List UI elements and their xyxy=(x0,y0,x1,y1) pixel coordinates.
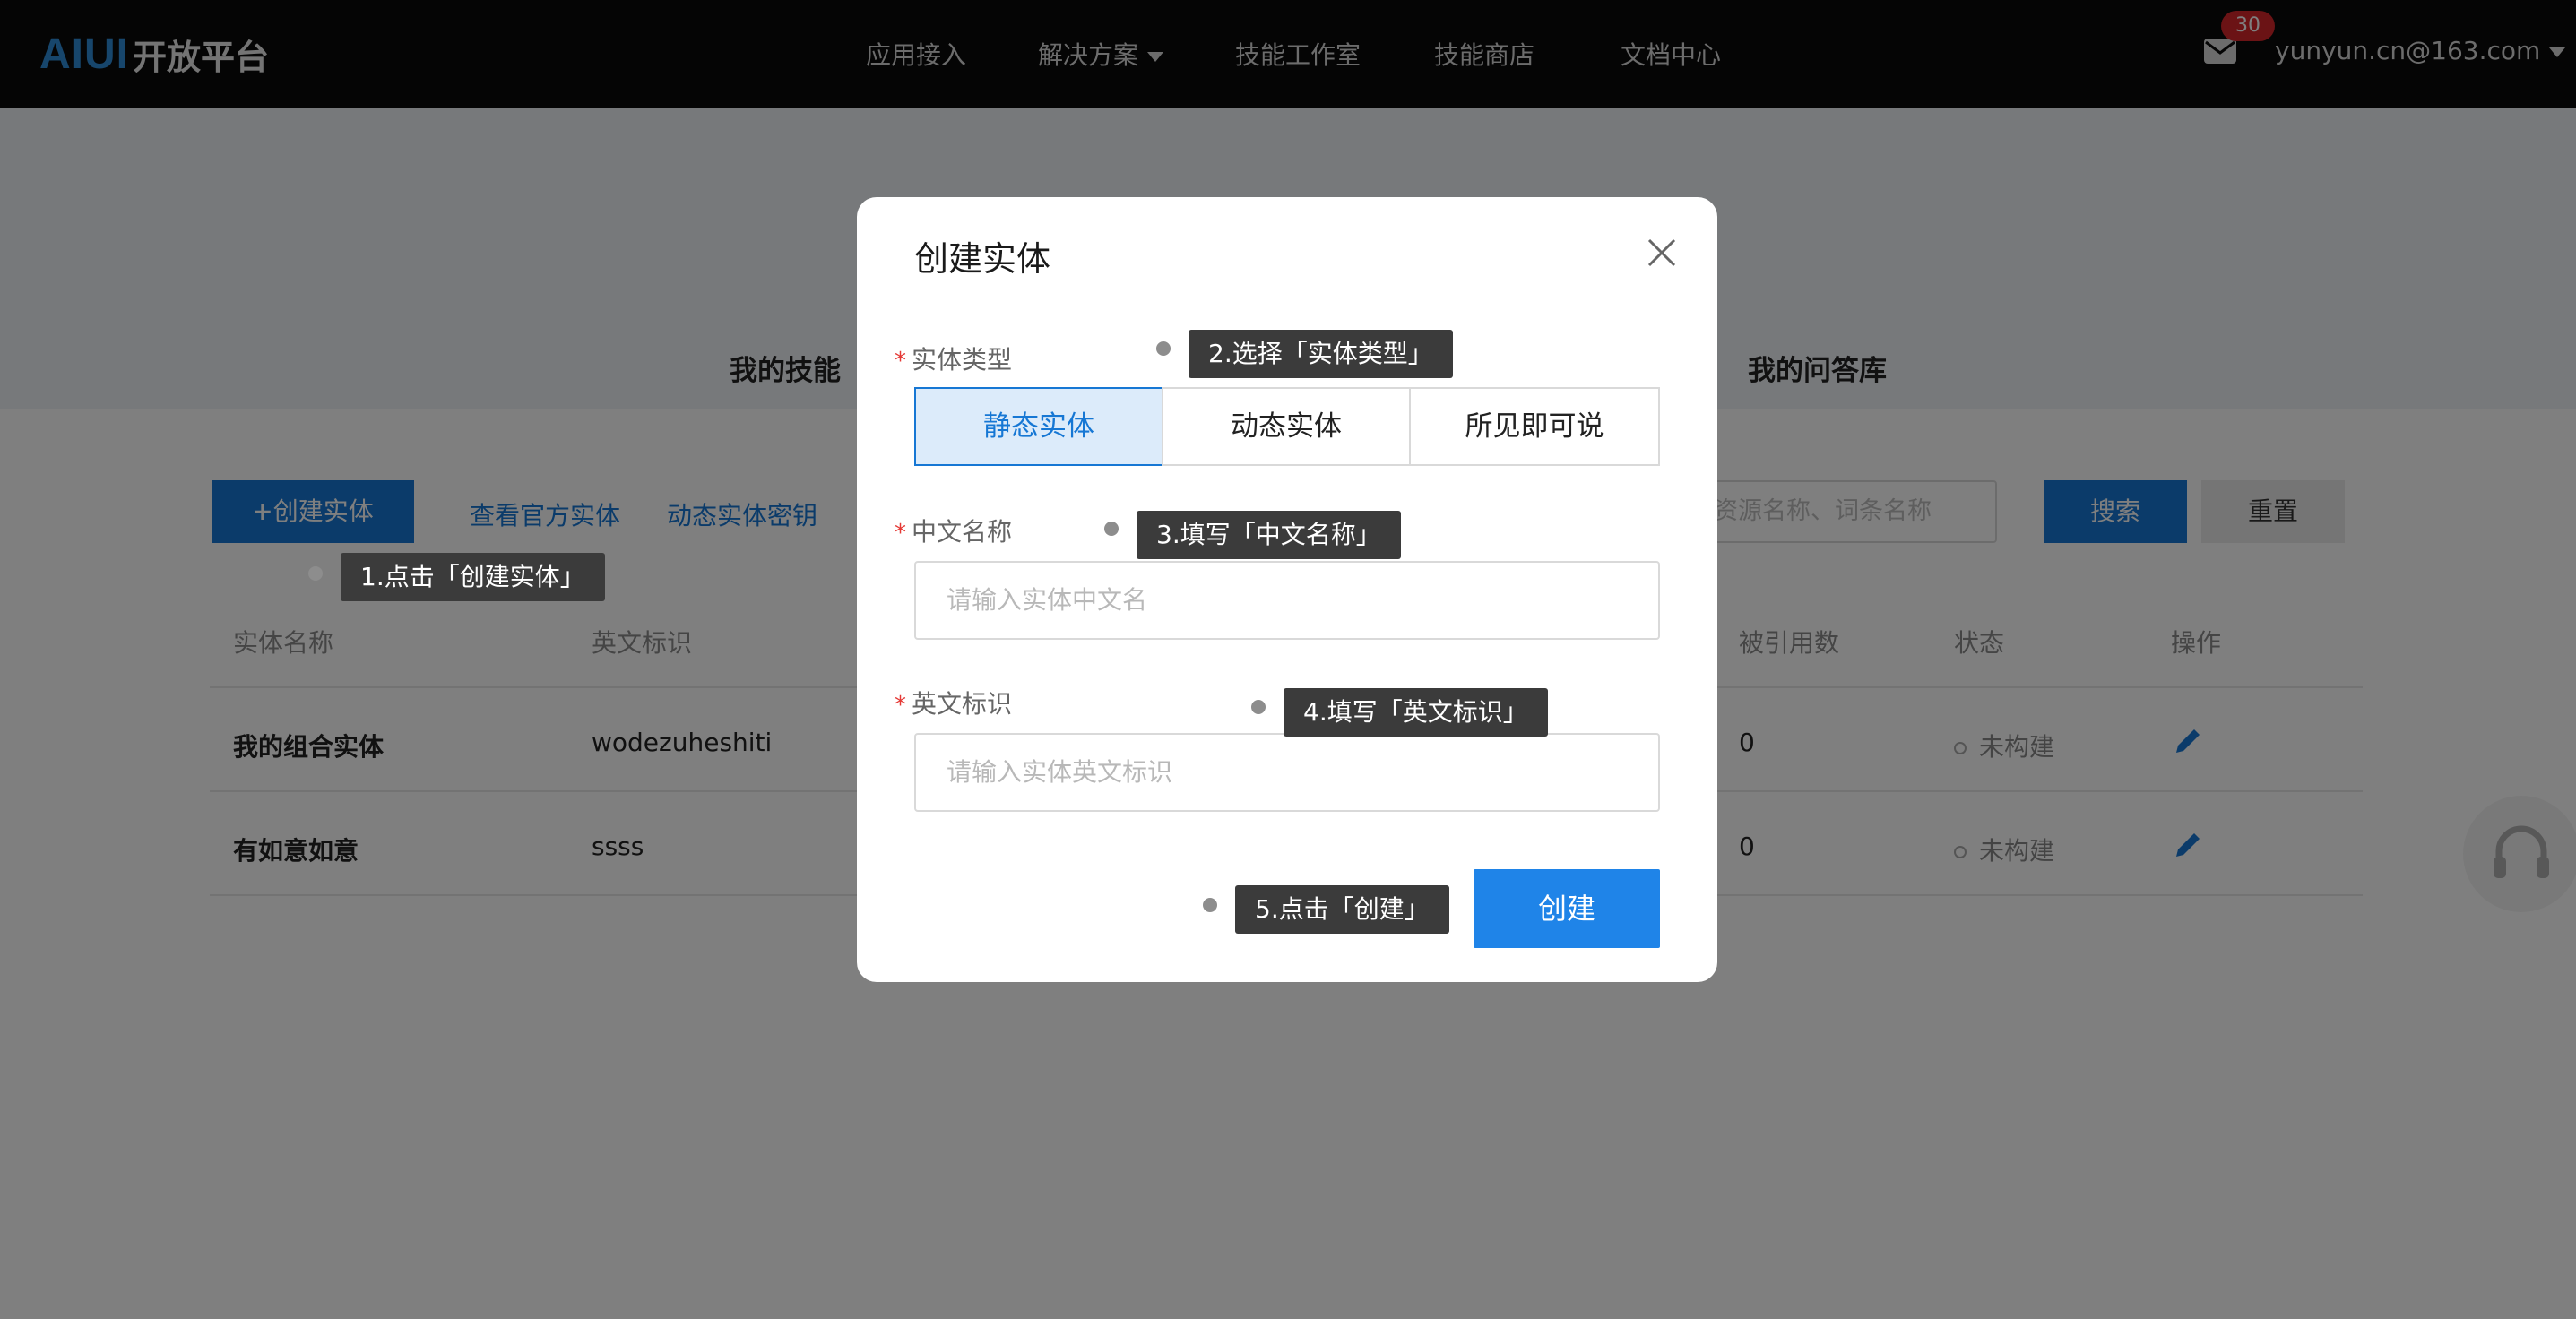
tip-marker xyxy=(1251,700,1266,714)
tip-marker xyxy=(1203,898,1217,912)
en-id-input[interactable]: 请输入实体英文标识 xyxy=(914,733,1660,812)
cn-name-input[interactable]: 请输入实体中文名 xyxy=(914,561,1660,640)
tip-step-2: 2.选择「实体类型」 xyxy=(1189,330,1453,378)
tip-marker xyxy=(1156,341,1171,356)
tip-step-3: 3.填写「中文名称」 xyxy=(1137,511,1401,559)
dialog-title: 创建实体 xyxy=(914,239,1051,279)
close-icon[interactable] xyxy=(1644,235,1680,271)
tip-step-4: 4.填写「英文标识」 xyxy=(1284,688,1548,737)
entity-type-wysiwyg[interactable]: 所见即可说 xyxy=(1409,387,1660,466)
required-asterisk: * xyxy=(895,692,906,719)
tip-step-5: 5.点击「创建」 xyxy=(1235,885,1449,934)
required-asterisk: * xyxy=(895,520,906,547)
create-entity-dialog: 创建实体 * 实体类型 静态实体 动态实体 所见即可说 * 中文名称 请输入实体中文… xyxy=(857,197,1717,982)
entity-type-label-text: 实体类型 xyxy=(912,345,1013,375)
entity-type-label: * 实体类型 xyxy=(895,341,1012,376)
cn-name-label-text: 中文名称 xyxy=(912,517,1013,547)
tip-step-1: 1.点击「创建实体」 xyxy=(341,553,605,601)
tip-marker xyxy=(308,566,323,581)
required-asterisk: * xyxy=(895,348,906,375)
en-id-label: * 英文标识 xyxy=(895,685,1012,720)
tip-marker xyxy=(1104,522,1119,536)
create-button[interactable]: 创建 xyxy=(1474,869,1660,948)
entity-type-static[interactable]: 静态实体 xyxy=(914,387,1163,466)
cn-name-label: * 中文名称 xyxy=(895,513,1012,548)
en-id-label-text: 英文标识 xyxy=(912,689,1013,719)
entity-type-dynamic[interactable]: 动态实体 xyxy=(1162,387,1411,466)
